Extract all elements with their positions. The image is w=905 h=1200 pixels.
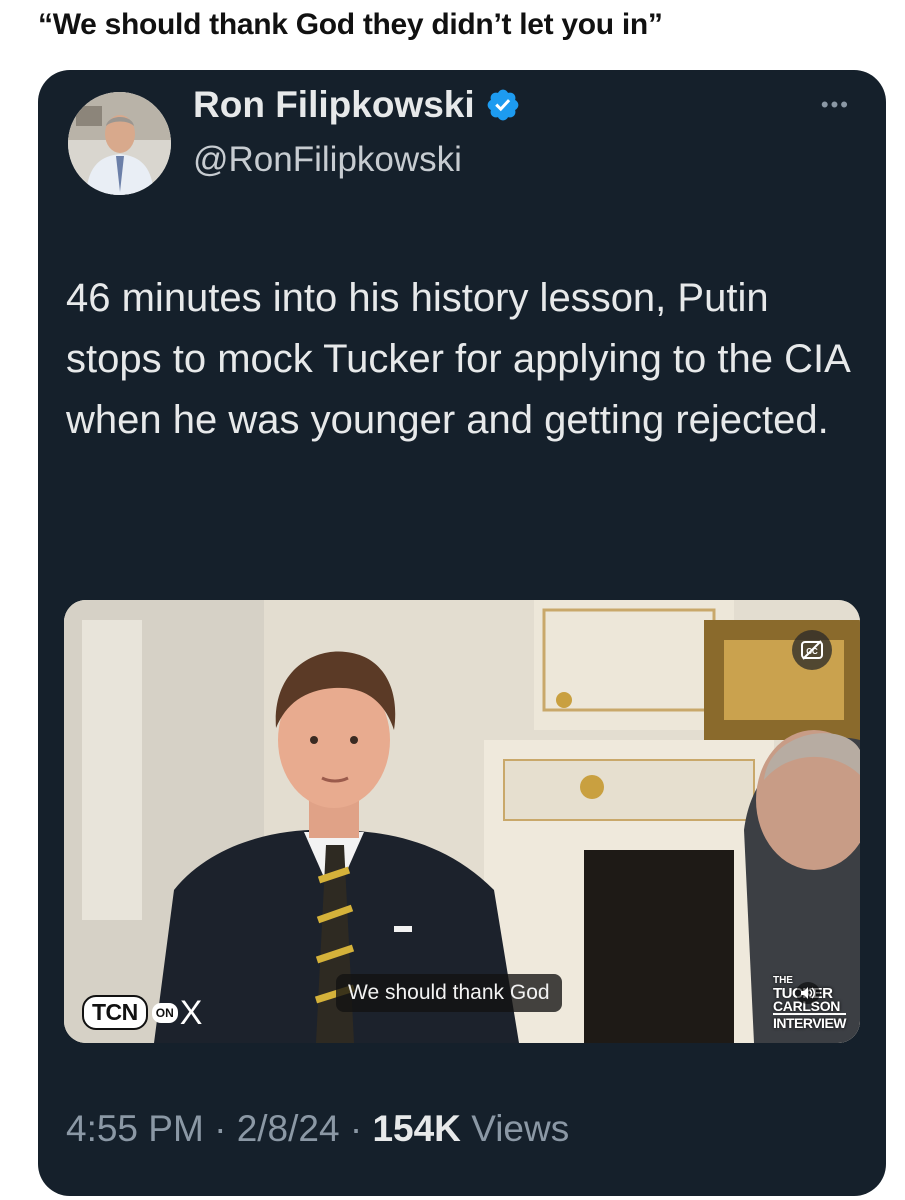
avatar-image (68, 92, 171, 195)
meta-separator: · (349, 1108, 363, 1149)
more-options-icon[interactable]: ••• (821, 92, 850, 118)
watermark-line: INTERVIEW (772, 1015, 847, 1031)
tweet-date[interactable]: 2/8/24 (237, 1108, 340, 1149)
tweet-card[interactable]: Ron Filipkowski @RonFilipkowski ••• 46 m… (38, 70, 886, 1196)
closed-captions-icon[interactable]: CC (792, 630, 832, 670)
post-caption: “We should thank God they didn’t let you… (38, 8, 663, 41)
user-handle[interactable]: @RonFilipkowski (193, 140, 462, 180)
views-count: 154K (372, 1108, 461, 1149)
meta-separator: · (214, 1108, 227, 1149)
video-subtitle: We should thank God (336, 974, 562, 1012)
views-label: Views (471, 1108, 570, 1149)
tweet-text: 46 minutes into his history lesson, Puti… (66, 276, 849, 442)
video-player[interactable]: CC We should thank God TCN ON X THE TUCK… (64, 600, 860, 1043)
tweet-time[interactable]: 4:55 PM (66, 1108, 204, 1149)
verified-badge-icon (487, 89, 519, 121)
tcn-badge: TCN (82, 995, 148, 1030)
tweet-meta: 4:55 PM · 2/8/24 · 154K Views (66, 1108, 569, 1150)
display-name[interactable]: Ron Filipkowski (193, 84, 475, 126)
x-logo-icon: X (179, 993, 203, 1032)
tcn-logo: TCN ON X (82, 995, 202, 1030)
tcn-on-label: ON (151, 1002, 178, 1023)
author-row: Ron Filipkowski (193, 84, 521, 126)
avatar[interactable] (68, 92, 171, 195)
speaker-muted-icon[interactable] (796, 982, 820, 1004)
